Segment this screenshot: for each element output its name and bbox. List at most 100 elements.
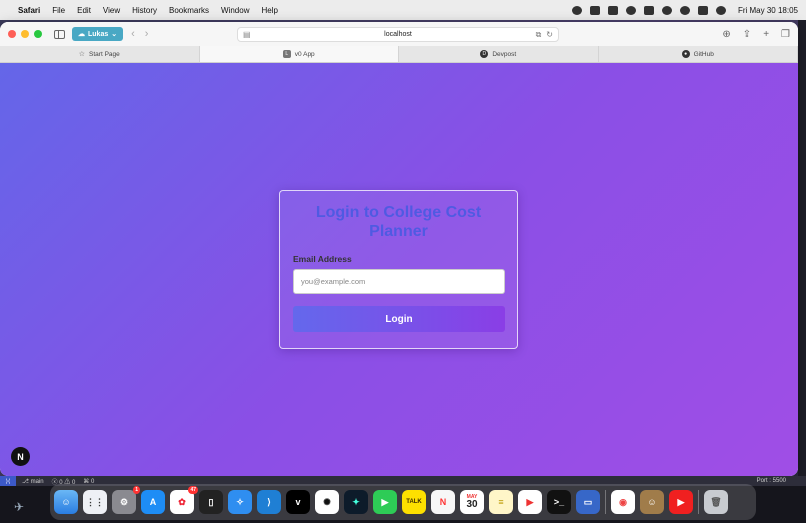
tab-label: GitHub [693,50,714,58]
calendar-badge: 47 [188,486,198,494]
desktop-bird-icon: ✈ [14,500,25,514]
user-icon[interactable] [625,5,636,15]
iphone-mirroring-icon[interactable]: ▯ [199,490,223,514]
nextjs-dev-indicator-icon[interactable]: N [11,447,30,466]
terminal-icon[interactable]: >_ [547,490,571,514]
downloads-icon[interactable]: ⊕ [722,29,730,40]
devpost-icon: D [480,50,489,58]
profile-name: Lukas [88,30,109,38]
chevron-down-icon: ⌄ [111,31,118,38]
calendar-day: 30 [466,498,478,510]
chatgpt-icon[interactable]: ✺ [315,490,339,514]
github-icon: ● [681,50,690,58]
kakaotalk-icon[interactable]: TALK [402,490,426,514]
forward-button[interactable]: › [145,28,149,40]
contacts-icon[interactable]: ☺ [640,490,664,514]
tab-devpost[interactable]: D Devpost [399,46,599,62]
share-icon[interactable]: ⇪ [743,29,751,40]
branch-icon: ⎇ [22,478,31,485]
remote-desktop-icon[interactable]: ▭ [576,490,600,514]
star-icon: ☆ [78,51,86,58]
git-branch[interactable]: ⎇ main [22,478,44,485]
toolbar-right: ⊕ ⇪ + ❐ [722,29,790,40]
input-source-icon[interactable] [607,5,618,15]
trash-icon[interactable]: 🗑 [704,490,728,514]
finder-icon[interactable]: ☺ [54,490,78,514]
extension-icon[interactable] [571,5,582,15]
branch-name: main [30,478,44,485]
system-settings-icon[interactable]: ⚙ 1 [112,486,140,514]
dock-separator [698,490,699,514]
page-content: Login to College Cost Planner Email Addr… [0,63,798,476]
sidebar-icon [53,29,65,39]
dock: ☺ ⋮⋮ ⚙ 1 A ✿ 47 ▯ ✧ ⟩ v ✺ ✦ ▶ TALK N MAY 3… [50,484,756,520]
profile-button[interactable]: ☁ Lukas ⌄ [72,27,124,41]
login-button[interactable]: Login [293,306,505,332]
page-title: Login to College Cost Planner [315,204,482,240]
tab-start-page[interactable]: ☆ Start Page [0,46,200,62]
window-controls [8,30,42,38]
spotlight-search-icon[interactable] [679,5,690,15]
battery-icon[interactable] [643,5,654,15]
wifi-icon[interactable] [661,5,672,15]
new-tab-icon[interactable]: + [763,29,769,40]
zoom-window-button[interactable] [34,30,42,38]
login-card: Login to College Cost Planner Email Addr… [279,190,518,349]
back-button[interactable]: ‹ [131,28,135,40]
app-icon: L [282,50,291,58]
v0-icon[interactable]: v [286,490,310,514]
tab-label: Start Page [89,50,120,58]
youtube-icon[interactable]: ▶ [669,490,693,514]
menu-history[interactable]: History [132,6,157,15]
control-center-icon[interactable] [697,5,708,15]
live-server-port[interactable]: Port : 5500 [757,478,786,484]
app-store-icon[interactable]: A [141,490,165,514]
menu-clock[interactable]: Fri May 30 18:05 [738,6,798,15]
tab-github[interactable]: ● GitHub [599,46,798,62]
menu-edit[interactable]: Edit [77,6,91,15]
address-bar[interactable]: ▤ localhost ⧉ ↻ [237,27,559,42]
tab-label: Devpost [492,50,517,58]
facetime-icon[interactable]: ▶ [373,490,397,514]
url-text: localhost [384,31,412,38]
translate-icon[interactable]: ⧉ [536,30,542,40]
status-menus: Fri May 30 18:05 [571,5,798,15]
menu-file[interactable]: File [52,6,65,15]
email-field[interactable] [293,269,505,294]
vscode-icon[interactable]: ⟩ [257,490,281,514]
browser-toolbar: ☁ Lukas ⌄ ‹ › ▤ localhost ⧉ ↻ ⊕ ⇪ + ❐ [0,22,798,46]
menu-window[interactable]: Window [221,6,249,15]
sidebar-toggle-button[interactable] [52,28,66,40]
siri-icon[interactable] [715,5,726,15]
menu-help[interactable]: Help [261,6,277,15]
safari-window: ☁ Lukas ⌄ ‹ › ▤ localhost ⧉ ↻ ⊕ ⇪ + ❐ ☆ … [0,22,798,476]
menu-app-name[interactable]: Safari [18,6,40,15]
menu-view[interactable]: View [103,6,120,15]
address-bar-actions: ⧉ ↻ [536,30,553,40]
music-icon[interactable]: ▶ [518,490,542,514]
remote-indicator-icon[interactable]: ⟩⟨ [0,476,16,486]
tab-overview-icon[interactable]: ❐ [781,29,790,40]
display-icon[interactable] [589,5,600,15]
dock-separator [605,490,606,514]
reload-icon[interactable]: ↻ [546,30,553,40]
calendar-app-icon[interactable]: ✿ 47 [170,486,198,514]
tab-bar: ☆ Start Page L v0 App D Devpost ● GitHub [0,46,798,63]
menu-bookmarks[interactable]: Bookmarks [169,6,209,15]
close-window-button[interactable] [8,30,16,38]
chrome-icon[interactable]: ◉ [611,490,635,514]
tab-v0-app[interactable]: L v0 App [199,46,399,62]
news-icon[interactable]: N [431,490,455,514]
notes-icon[interactable]: ≡ [489,490,513,514]
page-settings-icon[interactable]: ▤ [243,30,251,39]
safari-icon[interactable]: ✧ [228,490,252,514]
email-label: Email Address [293,254,352,264]
tab-label: v0 App [294,50,315,58]
calendar-date-icon[interactable]: MAY 30 [460,490,484,514]
minimize-window-button[interactable] [21,30,29,38]
profile-icon: ☁ [78,31,85,38]
cursor-icon[interactable]: ✦ [344,490,368,514]
launchpad-icon[interactable]: ⋮⋮ [83,490,107,514]
settings-badge: 1 [133,486,140,494]
menu-bar: Safari File Edit View History Bookmarks … [0,0,806,20]
